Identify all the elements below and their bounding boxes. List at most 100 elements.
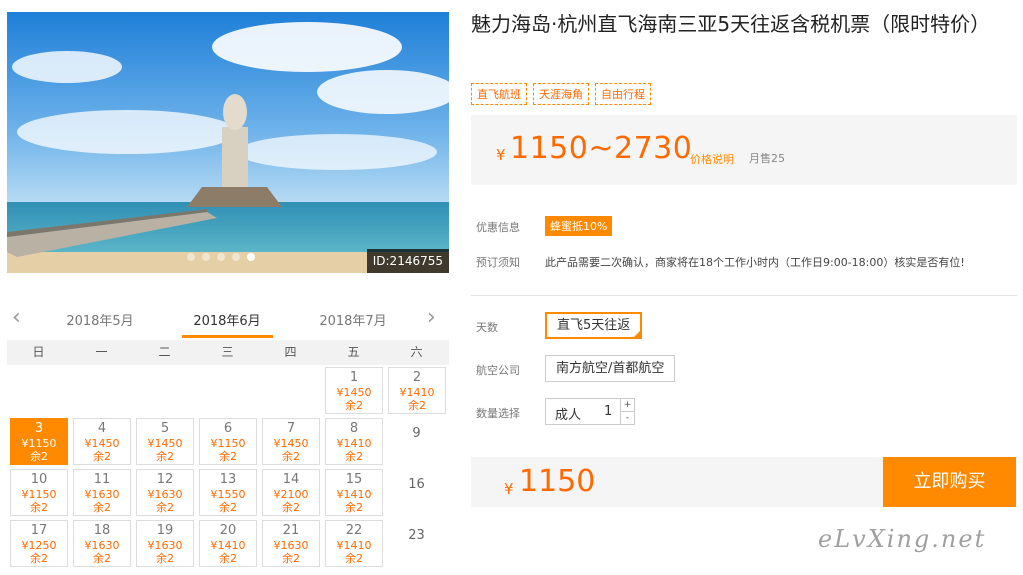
- calendar-grid: 1 ¥1450 余2 2 ¥1410 余2 3 ¥1150 余2 4 ¥1450 余2 5 ¥1450 余2…: [7, 365, 449, 569]
- day-number: 22: [345, 523, 363, 538]
- day-stock: 余2: [345, 399, 363, 412]
- calendar-day[interactable]: 20 ¥1410 余2: [196, 518, 259, 569]
- product-title: 魅力海岛·杭州直飞海南三亚5天往返含税机票（限时特价）: [471, 12, 991, 36]
- day-stock: 余2: [156, 450, 174, 463]
- carousel-dot[interactable]: [217, 253, 225, 261]
- carousel-dot[interactable]: [232, 253, 240, 261]
- day-number: 6: [223, 421, 233, 436]
- product-hero-image[interactable]: ID:2146755: [7, 12, 449, 273]
- calendar-day[interactable]: 19 ¥1630 余2: [133, 518, 196, 569]
- plus-icon[interactable]: +: [621, 399, 634, 411]
- calendar-day[interactable]: 8 ¥1410 余2: [322, 416, 385, 467]
- calendar-day[interactable]: 22 ¥1410 余2: [322, 518, 385, 569]
- calendar-day-box[interactable]: 1 ¥1450 余2: [325, 367, 383, 414]
- day-number: 3: [34, 421, 44, 436]
- calendar-day[interactable]: 17 ¥1250 余2: [7, 518, 70, 569]
- calendar-day[interactable]: 21 ¥1630 余2: [259, 518, 322, 569]
- calendar-day-box[interactable]: 18 ¥1630 余2: [73, 520, 131, 567]
- price-panel: ¥ 1150~2730 价格说明 月售25: [471, 115, 1017, 185]
- calendar-day-box[interactable]: 22 ¥1410 余2: [325, 520, 383, 567]
- calendar-day[interactable]: 6 ¥1150 余2: [196, 416, 259, 467]
- calendar-day[interactable]: 1 ¥1450 余2: [322, 365, 385, 416]
- quantity-value[interactable]: 1: [604, 404, 612, 419]
- calendar-day[interactable]: 2 ¥1410 余2: [385, 365, 448, 416]
- carousel-dot[interactable]: [187, 253, 195, 261]
- price-note-link[interactable]: 价格说明: [690, 151, 734, 167]
- day-number: 14: [282, 472, 300, 487]
- total-currency: ¥: [504, 480, 514, 498]
- day-stock: 余2: [282, 450, 300, 463]
- calendar-day[interactable]: 7 ¥1450 余2: [259, 416, 322, 467]
- month-tab-may[interactable]: 2018年5月: [54, 310, 146, 329]
- quantity-stepper[interactable]: 成人 1 + -: [545, 398, 635, 425]
- divider: [471, 295, 1017, 296]
- calendar-day[interactable]: 11 ¥1630 余2: [70, 467, 133, 518]
- day-number: 12: [156, 472, 174, 487]
- day-stock: 余2: [93, 552, 111, 565]
- calendar-day-box[interactable]: 21 ¥1630 余2: [262, 520, 320, 567]
- carousel-dot[interactable]: [247, 253, 255, 261]
- calendar-day[interactable]: 5 ¥1450 余2: [133, 416, 196, 467]
- calendar-day-box[interactable]: 8 ¥1410 余2: [325, 418, 383, 465]
- calendar-day[interactable]: 10 ¥1150 余2: [7, 467, 70, 518]
- tag-direct-flight[interactable]: 直飞航班: [471, 83, 527, 105]
- calendar-day[interactable]: 14 ¥2100 余2: [259, 467, 322, 518]
- day-number: 18: [93, 523, 111, 538]
- tag-tianya-haijiao[interactable]: 天涯海角: [533, 83, 589, 105]
- month-nav: ‹ 2018年5月 2018年6月 2018年7月 ›: [7, 300, 449, 340]
- calendar-day[interactable]: 4 ¥1450 余2: [70, 416, 133, 467]
- day-stock: 余2: [408, 399, 426, 412]
- stepper-buttons: + -: [620, 399, 634, 424]
- calendar-day-box[interactable]: 14 ¥2100 余2: [262, 469, 320, 516]
- calendar-day-box[interactable]: 17 ¥1250 余2: [10, 520, 68, 567]
- calendar-day-box[interactable]: 13 ¥1550 余2: [199, 469, 257, 516]
- day-price: ¥1150: [21, 488, 57, 501]
- day-number: 8: [349, 421, 359, 436]
- day-price: ¥1630: [84, 539, 120, 552]
- calendar-day[interactable]: 13 ¥1550 余2: [196, 467, 259, 518]
- calendar-day-box[interactable]: 20 ¥1410 余2: [199, 520, 257, 567]
- day-stock: 余2: [30, 552, 48, 565]
- day-number: 2: [412, 370, 422, 385]
- calendar-day-box[interactable]: 6 ¥1150 余2: [199, 418, 257, 465]
- calendar-day-box[interactable]: 10 ¥1150 余2: [10, 469, 68, 516]
- buy-now-button[interactable]: 立即购买: [883, 457, 1016, 507]
- minus-icon[interactable]: -: [621, 411, 634, 423]
- next-month-arrow-icon[interactable]: ›: [427, 305, 436, 330]
- calendar-day-box[interactable]: 5 ¥1450 余2: [136, 418, 194, 465]
- calendar-day-box[interactable]: 7 ¥1450 余2: [262, 418, 320, 465]
- carousel-dot[interactable]: [202, 253, 210, 261]
- prev-month-arrow-icon[interactable]: ‹: [12, 305, 21, 330]
- carousel-dots[interactable]: [187, 253, 255, 261]
- notice-label: 预订须知: [476, 256, 520, 269]
- day-stock: 余2: [93, 450, 111, 463]
- calendar-day-selected[interactable]: 3 ¥1150 余2: [10, 418, 68, 465]
- calendar-day[interactable]: 12 ¥1630 余2: [133, 467, 196, 518]
- airline-option[interactable]: 南方航空/首都航空: [545, 355, 676, 382]
- day-number: 21: [282, 523, 300, 538]
- calendar-day[interactable]: 3 ¥1150 余2: [7, 416, 70, 467]
- calendar-day-box[interactable]: 19 ¥1630 余2: [136, 520, 194, 567]
- month-tab-june[interactable]: 2018年6月: [181, 310, 273, 329]
- day-number: 5: [160, 421, 170, 436]
- calendar-day-box[interactable]: 15 ¥1410 余2: [325, 469, 383, 516]
- calendar-day[interactable]: 15 ¥1410 余2: [322, 467, 385, 518]
- calendar-day-box[interactable]: 4 ¥1450 余2: [73, 418, 131, 465]
- tag-free-itinerary[interactable]: 自由行程: [595, 83, 651, 105]
- weekday-tue: 二: [158, 345, 171, 359]
- day-number: 10: [30, 472, 48, 487]
- calendar-day[interactable]: 18 ¥1630 余2: [70, 518, 133, 569]
- calendar-day-box[interactable]: 12 ¥1630 余2: [136, 469, 194, 516]
- day-number: 23: [408, 528, 425, 543]
- month-tab-july[interactable]: 2018年7月: [307, 310, 399, 329]
- calendar-day-box[interactable]: 11 ¥1630 余2: [73, 469, 131, 516]
- day-stock: 余2: [30, 450, 48, 463]
- calendar-day: 23: [385, 518, 448, 569]
- day-number: 16: [408, 477, 425, 492]
- day-price: ¥1150: [21, 437, 57, 450]
- hero-photo: [7, 12, 449, 273]
- day-price: ¥1410: [336, 539, 372, 552]
- calendar-day-box[interactable]: 2 ¥1410 余2: [388, 367, 446, 414]
- days-option-selected[interactable]: 直飞5天往返: [545, 312, 643, 339]
- day-price: ¥1450: [273, 437, 309, 450]
